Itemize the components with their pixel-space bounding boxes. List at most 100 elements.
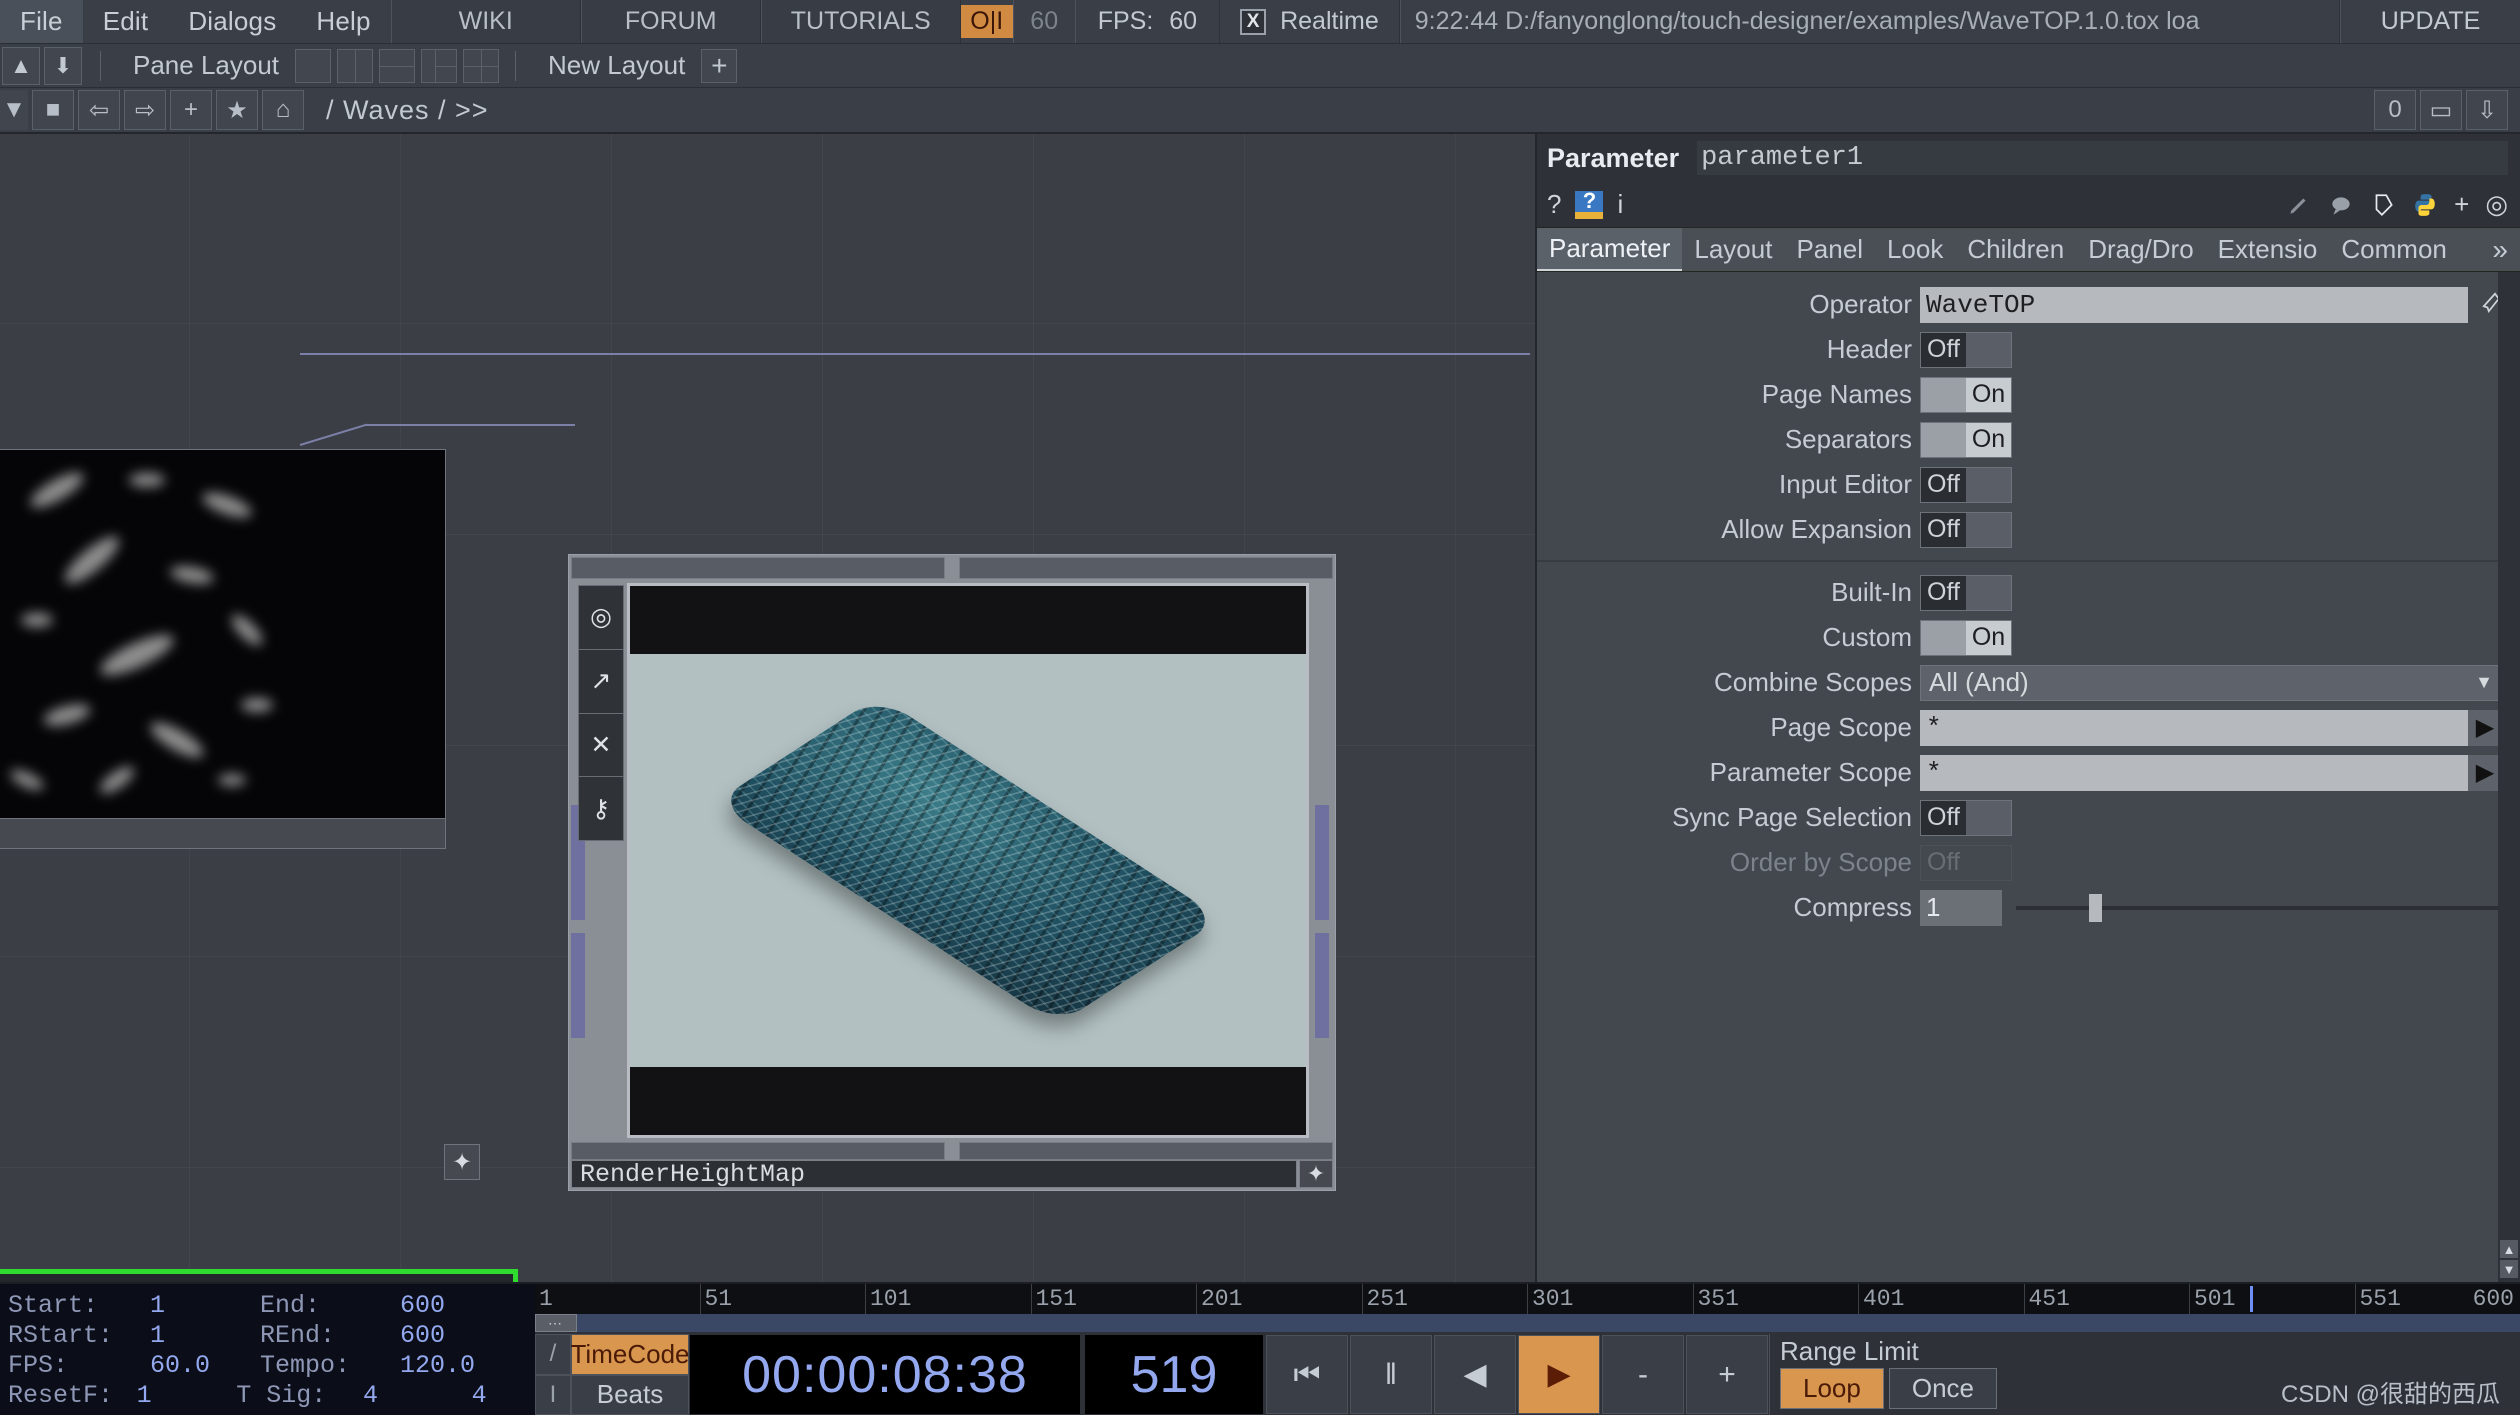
parameter-panel-scrollbar[interactable]: ▲ ▼ <box>2498 272 2520 1282</box>
combine-scopes-dropdown[interactable]: All (And) ▼ <box>1920 664 2502 701</box>
viewer-right-scroll-thumb-a[interactable] <box>1315 805 1329 920</box>
pause-button[interactable]: ‖ <box>1350 1335 1432 1414</box>
tag-icon[interactable] <box>2370 192 2396 218</box>
target-fps-value[interactable]: 60 <box>1012 0 1075 43</box>
allow-expansion-toggle[interactable]: Off <box>1920 511 2012 548</box>
viewer-bottom-tab-left[interactable] <box>571 1142 945 1160</box>
viewer-bolt-icon[interactable]: ↗ <box>579 650 623 714</box>
fps-value-tl[interactable]: 60.0 <box>150 1351 260 1380</box>
parameter-scope-expand-icon[interactable]: ▶ <box>2468 754 2502 791</box>
header-toggle[interactable]: Off <box>1920 331 2012 368</box>
wiki-button[interactable]: WIKI <box>390 0 581 43</box>
tab-extensions[interactable]: Extensio <box>2206 228 2330 271</box>
path-dropdown-icon[interactable]: ▼ <box>0 90 28 130</box>
menu-dialogs[interactable]: Dialogs <box>168 0 296 43</box>
page-scope-expand-icon[interactable]: ▶ <box>2468 709 2502 746</box>
bookmark-star-icon[interactable]: ★ <box>216 90 258 130</box>
back-arrow-icon[interactable]: ⇦ <box>78 90 120 130</box>
viewer-lock-icon[interactable]: ⚷ <box>579 777 623 840</box>
layout-dropdown-icon[interactable]: ▲ <box>2 46 40 85</box>
home-icon[interactable]: ⌂ <box>262 90 304 130</box>
network-editor-pane[interactable]: ✦ ◎ ↗ ✕ ⚷ RenderHeightMap ✦ <box>0 134 1535 1282</box>
collapse-down-icon[interactable]: ⇩ <box>2466 90 2508 130</box>
realtime-toggle[interactable]: X Realtime <box>1220 0 1400 43</box>
timecode-unit-button[interactable]: TimeCode <box>571 1334 689 1375</box>
tutorials-button[interactable]: TUTORIALS <box>760 0 961 43</box>
comment-icon[interactable] <box>2328 192 2354 218</box>
tabs-more-icon[interactable]: » <box>2480 228 2520 271</box>
add-node-icon[interactable]: + <box>170 90 212 130</box>
update-button[interactable]: UPDATE <box>2340 0 2520 43</box>
loop-button[interactable]: Loop <box>1780 1368 1884 1409</box>
timeline-range-bar[interactable]: ⋯ <box>535 1314 2520 1332</box>
new-layout-add-button[interactable]: + <box>701 48 738 83</box>
op-help-icon[interactable]: ? <box>1575 188 1604 219</box>
tab-look[interactable]: Look <box>1875 228 1955 271</box>
viewer-render-screen[interactable] <box>627 583 1309 1138</box>
end-value[interactable]: 600 <box>400 1291 520 1320</box>
forward-arrow-icon[interactable]: ⇨ <box>124 90 166 130</box>
frame-display[interactable]: 519 <box>1085 1335 1263 1414</box>
page-names-toggle[interactable]: On <box>1920 376 2012 413</box>
operator-input[interactable]: WaveTOP <box>1920 286 2468 323</box>
menu-file[interactable]: File <box>0 0 83 43</box>
timeline-playhead[interactable] <box>2250 1286 2254 1312</box>
python-icon[interactable] <box>2412 192 2438 218</box>
start-value[interactable]: 1 <box>150 1291 260 1320</box>
rstart-value[interactable]: 1 <box>150 1321 260 1350</box>
perform-mode-toggle[interactable]: O|I <box>960 5 1013 38</box>
scroll-up-icon[interactable]: ▲ <box>2500 1240 2518 1258</box>
timeline-range-handle[interactable]: ⋯ <box>535 1314 577 1332</box>
built-in-toggle[interactable]: Off <box>1920 574 2012 611</box>
compress-input[interactable]: 1 <box>1920 889 2002 926</box>
layout-preset-four[interactable] <box>463 48 500 83</box>
compress-slider-track[interactable] <box>2016 893 2502 922</box>
menu-edit[interactable]: Edit <box>83 0 169 43</box>
rend-value[interactable]: 600 <box>400 1321 520 1350</box>
go-to-start-button[interactable]: ⏮ <box>1266 1335 1348 1414</box>
input-editor-toggle[interactable]: Off <box>1920 466 2012 503</box>
noise-node[interactable] <box>0 449 446 849</box>
forum-button[interactable]: FORUM <box>580 0 761 43</box>
parameter-scope-input[interactable]: * <box>1920 754 2468 791</box>
slash-mode-icon[interactable]: / <box>535 1334 571 1375</box>
decrement-button[interactable]: - <box>1602 1335 1684 1414</box>
increment-button[interactable]: + <box>1686 1335 1768 1414</box>
separators-toggle[interactable]: On <box>1920 421 2012 458</box>
stop-icon[interactable]: ■ <box>32 90 74 130</box>
layout-preset-two-vertical[interactable] <box>337 48 374 83</box>
menu-help[interactable]: Help <box>296 0 390 43</box>
viewer-node[interactable]: ◎ ↗ ✕ ⚷ RenderHeightMap ✦ <box>568 554 1336 1191</box>
tsig-numerator[interactable]: 4 <box>363 1381 472 1410</box>
noise-node-star-icon[interactable]: ✦ <box>444 1144 480 1180</box>
target-icon[interactable]: ◎ <box>2485 189 2508 220</box>
layout-preset-two-horizontal[interactable] <box>379 48 416 83</box>
timecode-display[interactable]: 00:00:08:38 <box>690 1335 1080 1414</box>
tab-layout[interactable]: Layout <box>1682 228 1784 271</box>
tsig-denominator[interactable]: 4 <box>472 1381 535 1410</box>
compress-slider-thumb[interactable] <box>2088 893 2102 922</box>
play-button[interactable]: ▶ <box>1518 1335 1600 1414</box>
operator-picker-icon[interactable] <box>2468 287 2502 323</box>
viewer-node-name[interactable]: RenderHeightMap <box>571 1160 1297 1189</box>
viewer-tab-right[interactable] <box>959 557 1333 579</box>
layout-preset-three[interactable] <box>421 48 458 83</box>
viewer-right-scroll-thumb-b[interactable] <box>1315 933 1329 1038</box>
i-beam-mode-icon[interactable]: I <box>535 1374 571 1415</box>
pane-index-value[interactable]: 0 <box>2374 90 2416 130</box>
add-parameter-icon[interactable]: + <box>2454 189 2469 220</box>
timeline-ruler[interactable]: 1 51 101 151 201 251 301 351 401 451 501… <box>535 1284 2520 1314</box>
info-icon[interactable]: i <box>1617 189 1623 220</box>
beats-unit-button[interactable]: Beats <box>571 1374 689 1415</box>
once-button[interactable]: Once <box>1888 1368 1997 1409</box>
viewer-close-icon[interactable]: ✕ <box>579 714 623 778</box>
viewer-tab-left[interactable] <box>571 557 945 579</box>
tab-children[interactable]: Children <box>1955 228 2076 271</box>
pencil-icon[interactable] <box>2286 192 2312 218</box>
viewer-right-scroll-track[interactable] <box>1315 583 1331 1138</box>
sync-page-selection-toggle[interactable]: Off <box>1920 799 2012 836</box>
resetf-value[interactable]: 1 <box>137 1381 237 1410</box>
save-layout-icon[interactable]: ⬇ <box>44 46 82 85</box>
realtime-checkbox[interactable]: X <box>1240 8 1267 35</box>
viewer-bottom-tab-right[interactable] <box>959 1142 1333 1160</box>
